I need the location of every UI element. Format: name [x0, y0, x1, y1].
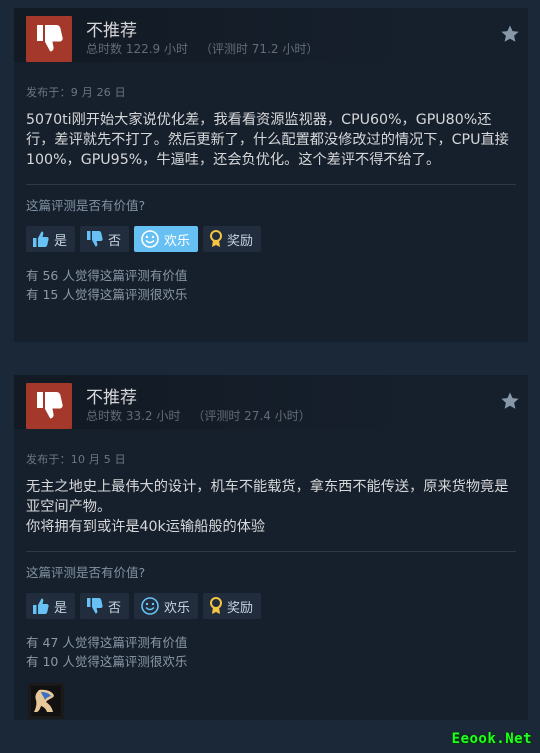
review-verdict: 不推荐	[86, 388, 137, 408]
smile-icon	[141, 597, 159, 615]
total-hours: 总时数 33.2 小时	[86, 409, 181, 423]
award-button[interactable]: 奖励	[203, 226, 262, 252]
vote-counts: 有 56 人觉得这篇评测有价值 有 15 人觉得这篇评测很欢乐	[26, 266, 516, 304]
playtime: 总时数 33.2 小时 （评测时 27.4 小时）	[86, 407, 311, 424]
thumbs-down-icon[interactable]	[26, 383, 72, 429]
funny-count: 有 10 人觉得这篇评测很欢乐	[26, 654, 188, 669]
total-hours: 总时数 122.9 小时	[86, 42, 188, 56]
vote-yes-button[interactable]: 是	[26, 593, 76, 619]
divider	[26, 551, 516, 552]
helpful-count: 有 56 人觉得这篇评测有价值	[26, 268, 188, 283]
vote-no-button[interactable]: 否	[80, 593, 130, 619]
thumbs-down-icon	[87, 231, 103, 247]
vote-yes-label: 是	[54, 233, 68, 249]
avatar-icon[interactable]	[28, 683, 64, 719]
star-icon[interactable]	[500, 24, 520, 44]
vote-funny-label: 欢乐	[164, 600, 191, 616]
review-verdict: 不推荐	[86, 21, 137, 41]
vote-buttons: 是 否 欢乐 奖励	[26, 226, 516, 252]
posted-date: 发布于：10 月 5 日	[26, 453, 126, 466]
star-icon[interactable]	[500, 391, 520, 411]
posted-date: 发布于：9 月 26 日	[26, 86, 126, 99]
vote-buttons: 是 否 欢乐 奖励	[26, 593, 516, 619]
award-label: 奖励	[227, 600, 254, 616]
vote-yes-button[interactable]: 是	[26, 226, 76, 252]
award-icon	[210, 230, 223, 247]
hours-at-review: （评测时 27.4 小时）	[192, 409, 311, 423]
thumbs-up-icon	[33, 598, 49, 614]
award-label: 奖励	[227, 233, 254, 249]
playtime: 总时数 122.9 小时 （评测时 71.2 小时）	[86, 40, 318, 57]
vote-yes-label: 是	[54, 600, 68, 616]
helpful-question: 这篇评测是否有价值?	[26, 198, 146, 213]
helpful-question: 这篇评测是否有价值?	[26, 565, 146, 580]
hours-at-review: （评测时 71.2 小时）	[199, 42, 319, 56]
helpful-count: 有 47 人觉得这篇评测有价值	[26, 635, 188, 650]
vote-no-button[interactable]: 否	[80, 226, 130, 252]
vote-no-label: 否	[108, 233, 122, 249]
vote-funny-button[interactable]: 欢乐	[134, 593, 199, 619]
funny-count: 有 15 人觉得这篇评测很欢乐	[26, 287, 188, 302]
review-card: 不推荐 总时数 122.9 小时 （评测时 71.2 小时） 发布于：9 月 26…	[14, 8, 528, 342]
review-content: 5070ti刚开始大家说优化差，我看看资源监视器，CPU60%，GPU80%还行…	[26, 112, 509, 168]
content-line: 你将拥有到或许是40k运输船般的体验	[26, 519, 266, 535]
content-line: 无主之地史上最伟大的设计，机车不能载货，拿东西不能传送，原来货物竟是亚空间产物。	[26, 479, 509, 515]
divider	[26, 184, 516, 185]
review-header: 不推荐 总时数 122.9 小时 （评测时 71.2 小时）	[14, 8, 528, 62]
award-icon	[210, 597, 223, 614]
vote-funny-label: 欢乐	[164, 233, 191, 249]
page: 不推荐 总时数 122.9 小时 （评测时 71.2 小时） 发布于：9 月 26…	[0, 0, 540, 753]
vote-no-label: 否	[108, 600, 122, 616]
watermark: Eeook.Net	[451, 731, 532, 747]
thumbs-down-icon	[87, 598, 103, 614]
thumbs-down-icon[interactable]	[26, 16, 72, 62]
review-content: 无主之地史上最伟大的设计，机车不能载货，拿东西不能传送，原来货物竟是亚空间产物。…	[26, 477, 516, 537]
review-header: 不推荐 总时数 33.2 小时 （评测时 27.4 小时）	[14, 375, 528, 429]
smile-icon	[141, 230, 159, 248]
review-card: 不推荐 总时数 33.2 小时 （评测时 27.4 小时） 发布于：10 月 5 …	[14, 375, 528, 720]
vote-funny-button[interactable]: 欢乐	[134, 226, 199, 252]
vote-counts: 有 47 人觉得这篇评测有价值 有 10 人觉得这篇评测很欢乐	[26, 633, 516, 671]
award-button[interactable]: 奖励	[203, 593, 262, 619]
thumbs-up-icon	[33, 231, 49, 247]
